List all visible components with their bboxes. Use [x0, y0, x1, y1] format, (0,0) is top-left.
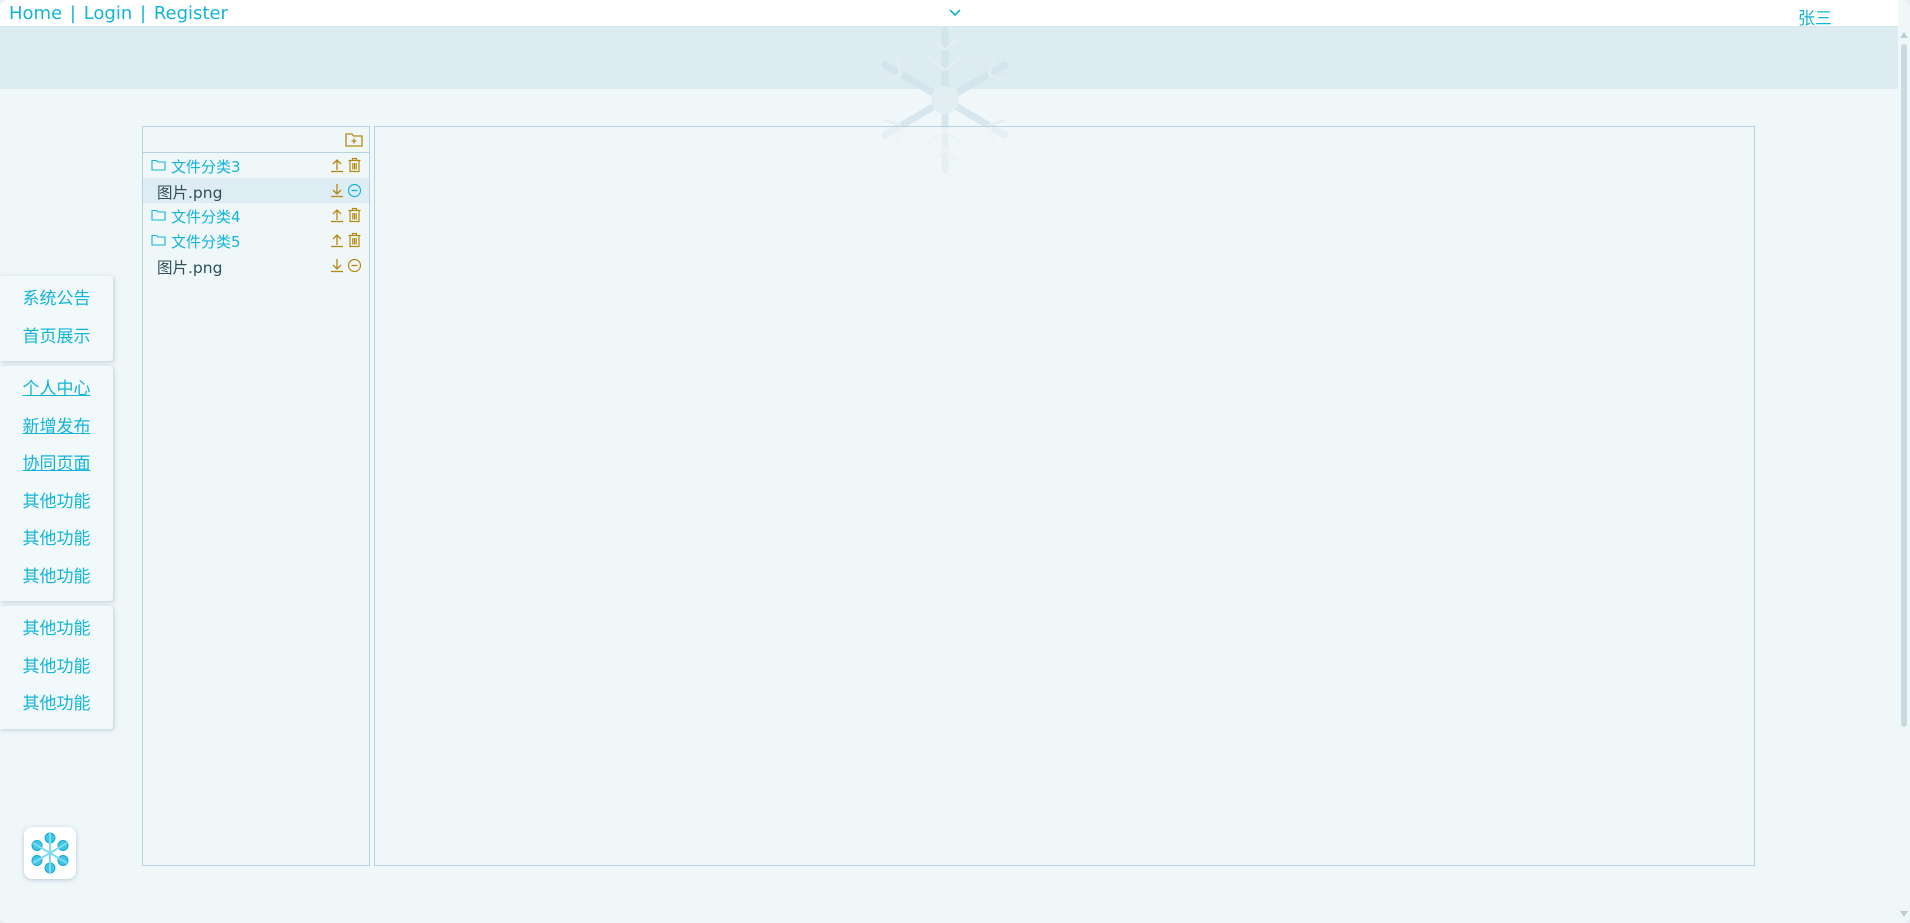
chevron-down-icon[interactable]	[947, 5, 963, 21]
minus-circle-icon[interactable]	[347, 182, 362, 198]
download-icon[interactable]	[330, 257, 344, 273]
menu-item-personal-center[interactable]: 个人中心	[0, 371, 113, 409]
content-panel	[374, 126, 1755, 866]
nav-home-link[interactable]: Home	[9, 3, 62, 24]
menu-item-announcements[interactable]: 系统公告	[0, 281, 113, 319]
menu-group-2: 个人中心 新增发布 协同页面 其他功能 其他功能 其他功能	[0, 366, 113, 601]
nav-separator: |	[140, 3, 147, 24]
menu-item-other[interactable]: 其他功能	[0, 686, 113, 724]
folder-row[interactable]: 文件分类4	[143, 203, 369, 228]
menu-group-1: 系统公告 首页展示	[0, 276, 113, 361]
folder-row[interactable]: 文件分类5	[143, 228, 369, 253]
file-row[interactable]: 图片.png	[143, 178, 369, 203]
folder-label[interactable]: 文件分类3	[171, 156, 241, 177]
menu-item-other[interactable]: 其他功能	[0, 559, 113, 597]
menu-item-other[interactable]: 其他功能	[0, 484, 113, 522]
trash-icon[interactable]	[347, 157, 362, 173]
folder-icon	[151, 159, 166, 171]
folder-label[interactable]: 文件分类5	[171, 231, 241, 252]
side-menu: 系统公告 首页展示 个人中心 新增发布 协同页面 其他功能 其他功能 其他功能 …	[0, 276, 113, 734]
menu-group-3: 其他功能 其他功能 其他功能	[0, 606, 113, 729]
scroll-up-arrow-icon[interactable]	[1900, 32, 1908, 38]
menu-item-other[interactable]: 其他功能	[0, 649, 113, 687]
upload-icon[interactable]	[330, 207, 344, 223]
file-tree-panel: 文件分类3 图片.png 文件分类4 文件分类5 图片.png	[142, 126, 370, 866]
snowflake-logo-icon	[31, 832, 69, 874]
scrollbar-thumb[interactable]	[1901, 44, 1907, 727]
file-tree-toolbar	[143, 127, 369, 153]
upload-icon[interactable]	[330, 157, 344, 173]
folder-icon	[151, 234, 166, 246]
scroll-down-arrow-icon[interactable]	[1900, 911, 1908, 917]
app-logo-button[interactable]	[24, 827, 76, 879]
folder-row[interactable]: 文件分类3	[143, 153, 369, 178]
trash-icon[interactable]	[347, 232, 362, 248]
upload-icon[interactable]	[330, 232, 344, 248]
nav-separator: |	[69, 3, 76, 24]
folder-icon	[151, 209, 166, 221]
user-name[interactable]: 张三	[1798, 4, 1832, 29]
nav-login-link[interactable]: Login	[84, 3, 133, 24]
file-label[interactable]: 图片.png	[157, 256, 222, 278]
file-label[interactable]: 图片.png	[157, 181, 222, 203]
menu-item-other[interactable]: 其他功能	[0, 611, 113, 649]
menu-item-new-post[interactable]: 新增发布	[0, 409, 113, 447]
download-icon[interactable]	[330, 182, 344, 198]
nav-register-link[interactable]: Register	[154, 3, 228, 24]
trash-icon[interactable]	[347, 207, 362, 223]
menu-item-collaboration[interactable]: 协同页面	[0, 446, 113, 484]
minus-circle-icon[interactable]	[347, 257, 362, 273]
app-window: Home | Login | Register 张三 系统公告 首页展示 个人中…	[0, 0, 1910, 923]
folder-label[interactable]: 文件分类4	[171, 206, 241, 227]
file-row[interactable]: 图片.png	[143, 253, 369, 278]
nav-links: Home | Login | Register	[9, 3, 228, 24]
file-tree: 文件分类3 图片.png 文件分类4 文件分类5 图片.png	[143, 153, 369, 278]
menu-item-home-display[interactable]: 首页展示	[0, 319, 113, 357]
menu-item-other[interactable]: 其他功能	[0, 521, 113, 559]
folder-plus-icon[interactable]	[345, 131, 363, 147]
